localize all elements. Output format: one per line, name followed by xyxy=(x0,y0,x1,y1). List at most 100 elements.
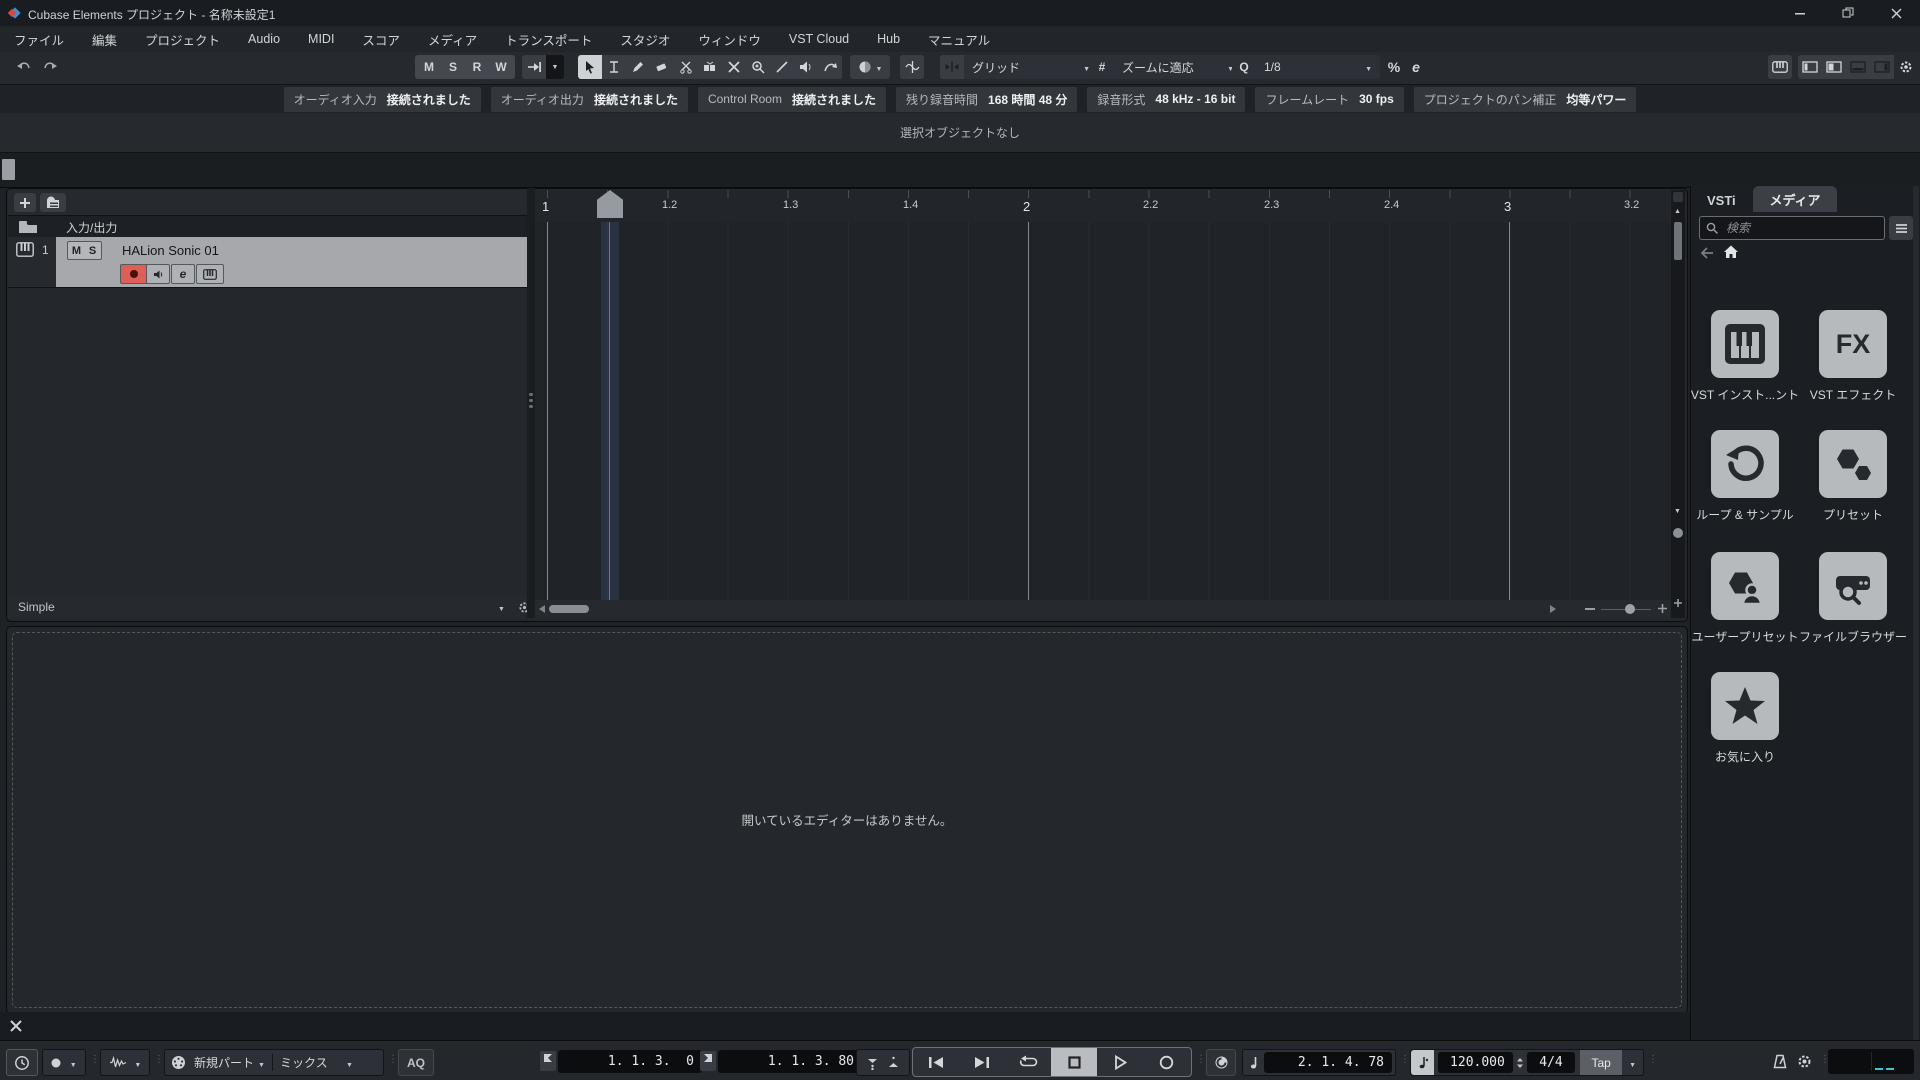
play-button[interactable] xyxy=(1097,1048,1143,1076)
menu-project[interactable]: プロジェクト xyxy=(131,30,234,49)
snap-type-dropdown[interactable]: グリッド xyxy=(964,55,1098,79)
draw-tool[interactable] xyxy=(626,55,650,79)
media-tile-loops-samples[interactable] xyxy=(1711,430,1779,498)
vscroll-thumb[interactable] xyxy=(1674,222,1682,260)
track-record-button[interactable] xyxy=(120,264,148,284)
stop-button[interactable] xyxy=(1051,1048,1097,1076)
feedback-tool[interactable] xyxy=(818,55,842,79)
split-tool[interactable] xyxy=(674,55,698,79)
record-format-chip[interactable]: 録音形式 48 kHz - 16 bit xyxy=(1087,86,1246,112)
track-edit-button[interactable]: e xyxy=(171,264,195,284)
pre-roll-button[interactable] xyxy=(1206,1049,1236,1076)
track-row[interactable]: 1 M S HALion Sonic 01 e xyxy=(8,237,527,288)
line-tool[interactable] xyxy=(770,55,794,79)
audio-output-chip[interactable]: オーディオ出力 接続されました xyxy=(490,86,688,112)
position-display[interactable]: 2. 1. 4. 78 xyxy=(1264,1052,1392,1073)
menu-midi[interactable]: MIDI xyxy=(294,32,348,46)
mute-all-button[interactable]: M xyxy=(417,55,441,79)
autoscroll-dropdown[interactable] xyxy=(546,55,564,79)
tempo-display[interactable]: 120.000 xyxy=(1437,1052,1513,1073)
project-hscrollbar[interactable] xyxy=(535,600,1670,618)
auto-quantize-button[interactable]: AQ xyxy=(398,1049,434,1076)
track-selected-area[interactable]: M S HALion Sonic 01 e xyxy=(56,237,527,287)
tracklist-splitter[interactable] xyxy=(527,188,535,618)
close-lower-zone-button[interactable] xyxy=(10,1020,22,1032)
keyboard-panel-button[interactable] xyxy=(1768,55,1792,79)
media-tile-favorites[interactable] xyxy=(1711,672,1779,740)
redo-button[interactable] xyxy=(38,55,62,79)
midi-mix-mode-value[interactable]: ミックス xyxy=(280,1054,346,1071)
record-mode-group[interactable] xyxy=(42,1049,86,1076)
hzoom-slider[interactable] xyxy=(1601,604,1651,614)
go-to-next-marker-button[interactable] xyxy=(959,1048,1005,1076)
track-monitor-button[interactable] xyxy=(146,264,170,284)
project-vscrollbar[interactable] xyxy=(1671,190,1685,618)
tempo-track-button[interactable] xyxy=(1411,1050,1434,1075)
splitter-handle[interactable] xyxy=(2,159,15,180)
punch-out-button[interactable] xyxy=(888,1056,899,1070)
media-search-box[interactable] xyxy=(1699,216,1885,240)
hzoom-minus-button[interactable] xyxy=(1585,608,1595,610)
transport-settings-gear-button[interactable] xyxy=(1793,1049,1816,1074)
menu-hub[interactable]: Hub xyxy=(863,32,914,46)
menu-audio[interactable]: Audio xyxy=(234,32,294,46)
minimize-button[interactable] xyxy=(1786,4,1814,22)
menu-edit[interactable]: 編集 xyxy=(78,30,131,49)
media-home-button[interactable] xyxy=(1723,244,1739,259)
write-automation-button[interactable]: W xyxy=(489,55,513,79)
media-back-button[interactable] xyxy=(1699,246,1715,260)
media-tile-file-browser[interactable] xyxy=(1819,552,1887,620)
time-format-note-icon[interactable] xyxy=(1249,1056,1258,1070)
add-track-button[interactable] xyxy=(14,193,36,212)
quantize-panel-button[interactable]: e xyxy=(1404,55,1428,79)
menu-manual[interactable]: マニュアル xyxy=(914,30,1004,49)
tempo-dropdown[interactable] xyxy=(1629,1056,1636,1070)
close-button[interactable] xyxy=(1882,4,1910,22)
hzoom-slider-knob[interactable] xyxy=(1625,604,1635,614)
left-zone-toggle-2[interactable] xyxy=(1822,55,1846,79)
tap-tempo-button[interactable]: Tap xyxy=(1580,1050,1623,1075)
left-locator-flag-icon[interactable] xyxy=(540,1051,556,1071)
read-automation-button[interactable]: R xyxy=(465,55,489,79)
vzoom-knob[interactable] xyxy=(1673,528,1683,538)
bottom-zone-toggle[interactable] xyxy=(1846,55,1870,79)
record-time-chip[interactable]: 残り録音時間 168 時間 48 分 xyxy=(896,86,1078,112)
erase-tool[interactable] xyxy=(650,55,674,79)
right-zone-scrollbar[interactable] xyxy=(1913,186,1919,1040)
media-tile-vst-instruments[interactable] xyxy=(1711,310,1779,378)
menu-transport[interactable]: トランスポート xyxy=(491,30,606,49)
control-room-chip[interactable]: Control Room 接続されました xyxy=(697,86,886,112)
right-locator-flag-icon[interactable] xyxy=(700,1051,716,1071)
playhead-handle[interactable] xyxy=(597,190,623,218)
ruler-options-button[interactable] xyxy=(1673,192,1683,202)
media-tile-user-presets[interactable] xyxy=(1711,552,1779,620)
track-solo-button[interactable]: S xyxy=(84,241,102,260)
metronome-button[interactable] xyxy=(1768,1049,1791,1074)
tab-media[interactable]: メディア xyxy=(1753,186,1837,212)
audio-record-mode-group[interactable] xyxy=(100,1049,150,1076)
track-instrument-button[interactable] xyxy=(196,264,224,284)
timeline-ruler[interactable]: 1 1.2 1.3 1.4 2 2.2 2.3 2.4 3 3.2 xyxy=(535,190,1670,223)
menu-window[interactable]: ウィンドウ xyxy=(684,30,775,49)
track-visibility-preset[interactable]: Simple xyxy=(18,600,55,614)
media-list-view-button[interactable] xyxy=(1889,216,1913,240)
io-folder-row[interactable]: 入力/出力 xyxy=(8,215,527,239)
right-locator-display[interactable]: 1. 1. 3. 80 xyxy=(718,1050,862,1073)
go-to-previous-marker-button[interactable] xyxy=(913,1048,959,1076)
setup-toolbar-button[interactable] xyxy=(1894,55,1918,79)
menu-studio[interactable]: スタジオ xyxy=(606,30,684,49)
color-tool-group[interactable] xyxy=(850,55,890,79)
frame-rate-chip[interactable]: フレームレート 30 fps xyxy=(1255,86,1404,112)
media-tile-presets[interactable] xyxy=(1819,430,1887,498)
left-locator-display[interactable]: 1. 1. 3. 0 xyxy=(558,1050,702,1073)
snap-zero-crossing-button[interactable] xyxy=(900,55,924,79)
autoscroll-button[interactable] xyxy=(522,55,546,79)
event-display-area[interactable] xyxy=(535,222,1670,600)
snap-button[interactable] xyxy=(940,55,964,79)
restore-button[interactable] xyxy=(1834,4,1862,22)
iterative-quantize-button[interactable]: % xyxy=(1382,55,1406,79)
scroll-up-button[interactable] xyxy=(1674,206,1681,220)
hscroll-left-button[interactable] xyxy=(538,604,546,614)
menu-score[interactable]: スコア xyxy=(348,30,414,49)
pan-law-chip[interactable]: プロジェクトのパン補正 均等パワー xyxy=(1413,86,1637,112)
